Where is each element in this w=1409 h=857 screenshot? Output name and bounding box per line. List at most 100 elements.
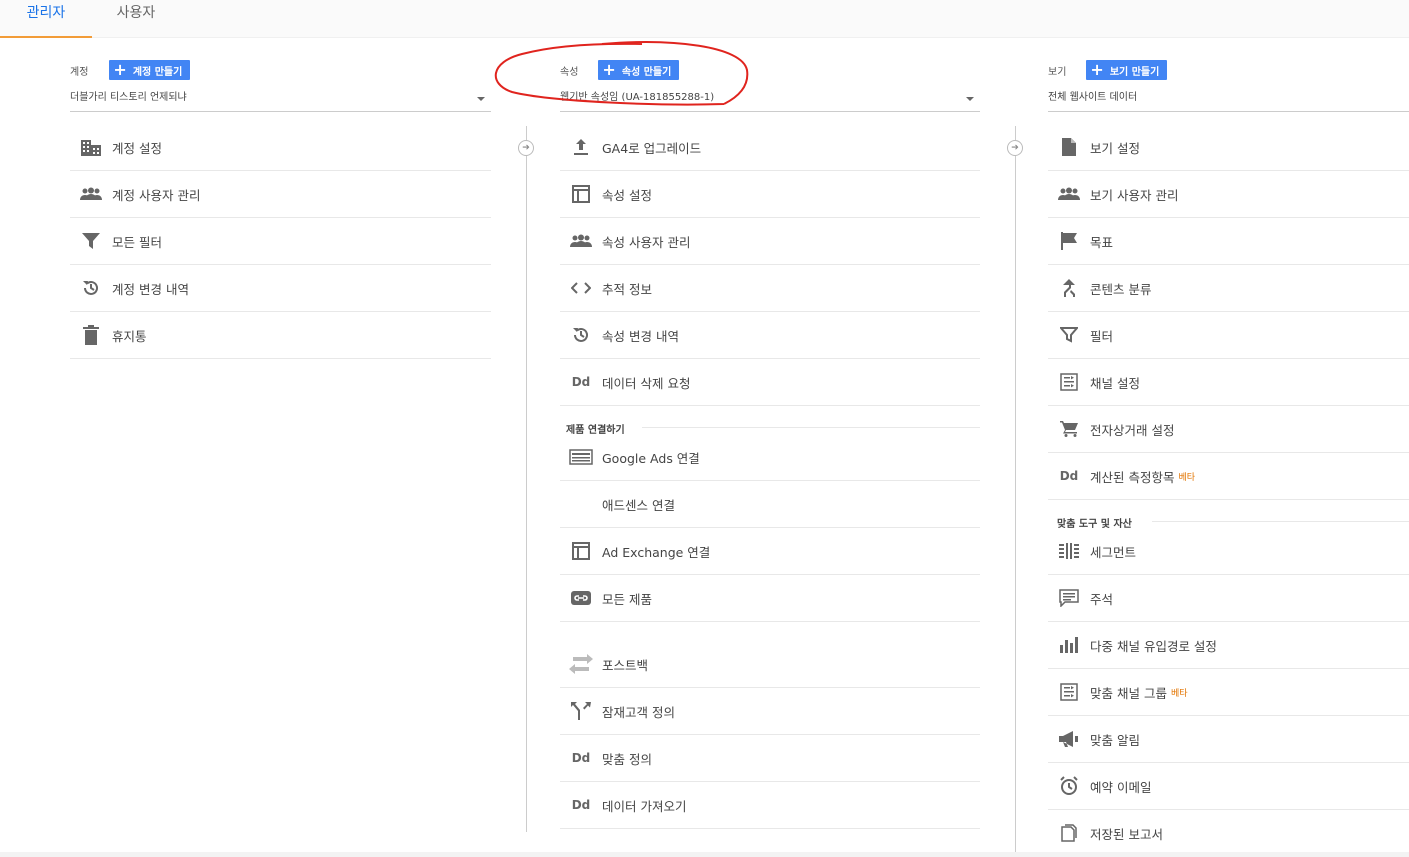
account-selected-value: 더블가리 티스토리 언제되냐 (70, 92, 187, 103)
property-user-management-item[interactable]: 속성 사용자 관리 (560, 218, 980, 265)
code-icon (560, 282, 602, 294)
view-user-management-item[interactable]: 보기 사용자 관리 (1048, 171, 1409, 218)
all-products-item[interactable]: 모든 제품 (560, 575, 980, 622)
filter-icon (1048, 327, 1090, 343)
merge-icon (1048, 279, 1090, 297)
dropdown-caret-icon (966, 97, 974, 101)
custom-channel-grouping-item[interactable]: 맞춤 채널 그룹 베타 (1048, 669, 1409, 716)
trash-icon (70, 325, 112, 345)
scheduled-emails-item[interactable]: 예약 이메일 (1048, 763, 1409, 810)
segments-item[interactable]: 세그먼트 (1048, 528, 1409, 575)
tab-admin[interactable]: 관리자 (0, 0, 92, 38)
annotations-item[interactable]: 주석 (1048, 575, 1409, 622)
scheduled-emails-label: 예약 이메일 (1090, 779, 1152, 795)
adsense-link-item[interactable]: 애드센스 연결 (560, 481, 980, 528)
create-property-label: 속성 만들기 (621, 66, 672, 78)
view-settings-label: 보기 설정 (1090, 140, 1140, 156)
channel-settings-item[interactable]: 채널 설정 (1048, 359, 1409, 406)
custom-definitions-label: 맞춤 정의 (602, 751, 652, 767)
plus-icon: + (113, 60, 127, 79)
calculated-metrics-label: 계산된 측정항목 (1090, 469, 1175, 485)
property-selector[interactable]: 웹기반 속성임 (UA-181855288-1) (560, 88, 980, 112)
dd-icon: Dd (571, 375, 591, 389)
ecommerce-settings-label: 전자상거래 설정 (1090, 422, 1175, 438)
history-icon (70, 279, 112, 297)
property-settings-label: 속성 설정 (602, 187, 652, 203)
property-header: 속성 + 속성 만들기 (560, 60, 680, 80)
account-settings-item[interactable]: 계정 설정 (70, 124, 491, 171)
property-label: 속성 (560, 66, 579, 78)
content-grouping-item[interactable]: 콘텐츠 분류 (1048, 265, 1409, 312)
property-settings-item[interactable]: 속성 설정 (560, 171, 980, 218)
create-account-label: 계정 만들기 (132, 66, 183, 78)
account-change-history-item[interactable]: 계정 변경 내역 (70, 265, 491, 312)
saved-reports-item[interactable]: 저장된 보고서 (1048, 810, 1409, 857)
tracking-info-item[interactable]: 추적 정보 (560, 265, 980, 312)
goals-item[interactable]: 목표 (1048, 218, 1409, 265)
postback-item[interactable]: 포스트백 (560, 641, 980, 688)
trash-label: 휴지통 (112, 328, 147, 344)
view-selector[interactable]: 전체 웹사이트 데이터 (1048, 88, 1409, 112)
alarm-icon (1048, 776, 1090, 796)
property-selected-value: 웹기반 속성임 (UA-181855288-1) (560, 92, 715, 103)
ad-exchange-link-item[interactable]: Ad Exchange 연결 (560, 528, 980, 575)
layout-icon (560, 185, 602, 203)
channel-settings-label: 채널 설정 (1090, 375, 1140, 391)
account-user-management-item[interactable]: 계정 사용자 관리 (70, 171, 491, 218)
account-selector[interactable]: 더블가리 티스토리 언제되냐 (70, 88, 491, 112)
trash-item[interactable]: 휴지통 (70, 312, 491, 359)
calculated-metrics-item[interactable]: Dd 계산된 측정항목 베타 (1048, 453, 1409, 500)
create-property-button[interactable]: + 속성 만들기 (598, 60, 680, 80)
custom-channel-grouping-label: 맞춤 채널 그룹 (1090, 685, 1167, 701)
ga4-upgrade-item[interactable]: GA4로 업그레이드 (560, 124, 980, 171)
people-icon (1048, 187, 1090, 201)
custom-alerts-item[interactable]: 맞춤 알림 (1048, 716, 1409, 763)
channel-icon (1048, 683, 1090, 701)
data-deletion-request-label: 데이터 삭제 요청 (602, 375, 691, 391)
all-filters-item[interactable]: 모든 필터 (70, 218, 491, 265)
account-header: 계정 + 계정 만들기 (70, 60, 191, 80)
saved-reports-label: 저장된 보고서 (1090, 826, 1163, 842)
channel-icon (1048, 373, 1090, 391)
people-icon (70, 187, 112, 201)
people-icon (560, 234, 602, 248)
property-change-history-item[interactable]: 속성 변경 내역 (560, 312, 980, 359)
view-filters-item[interactable]: 필터 (1048, 312, 1409, 359)
data-import-label: 데이터 가져오기 (602, 798, 687, 814)
dd-icon: Dd (571, 751, 591, 765)
account-settings-label: 계정 설정 (112, 140, 162, 156)
tab-user[interactable]: 사용자 (92, 0, 180, 38)
tracking-info-label: 추적 정보 (602, 281, 652, 297)
audience-definitions-item[interactable]: 잠재고객 정의 (560, 688, 980, 735)
tab-bar: 관리자 사용자 (0, 0, 1409, 38)
building-icon (70, 138, 112, 156)
all-filters-label: 모든 필터 (112, 234, 162, 250)
upload-icon (560, 139, 602, 155)
account-user-management-label: 계정 사용자 관리 (112, 187, 201, 203)
column-divider (526, 126, 527, 832)
create-account-button[interactable]: + 계정 만들기 (109, 60, 191, 80)
plus-icon: + (602, 60, 616, 79)
goals-label: 목표 (1090, 234, 1114, 250)
view-label: 보기 (1048, 66, 1067, 78)
fork-icon (560, 702, 602, 720)
custom-definitions-item[interactable]: Dd 맞춤 정의 (560, 735, 980, 782)
view-selected-value: 전체 웹사이트 데이터 (1048, 92, 1138, 103)
mcf-settings-item[interactable]: 다중 채널 유입경로 설정 (1048, 622, 1409, 669)
annotations-label: 주석 (1090, 591, 1114, 607)
view-header: 보기 + 보기 만들기 (1048, 60, 1168, 80)
view-settings-item[interactable]: 보기 설정 (1048, 124, 1409, 171)
create-view-button[interactable]: + 보기 만들기 (1086, 60, 1168, 80)
view-user-management-label: 보기 사용자 관리 (1090, 187, 1179, 203)
property-user-management-label: 속성 사용자 관리 (602, 234, 691, 250)
google-ads-link-item[interactable]: Google Ads 연결 (560, 434, 980, 481)
ecommerce-settings-item[interactable]: 전자상거래 설정 (1048, 406, 1409, 453)
data-deletion-request-item[interactable]: Dd 데이터 삭제 요청 (560, 359, 980, 406)
arrow-right-icon: ➔ (518, 140, 534, 156)
segments-label: 세그먼트 (1090, 544, 1137, 560)
plus-icon: + (1090, 60, 1104, 79)
adsense-link-label: 애드센스 연결 (602, 497, 675, 513)
custom-alerts-label: 맞춤 알림 (1090, 732, 1140, 748)
audience-definitions-label: 잠재고객 정의 (602, 704, 675, 720)
data-import-item[interactable]: Dd 데이터 가져오기 (560, 782, 980, 829)
